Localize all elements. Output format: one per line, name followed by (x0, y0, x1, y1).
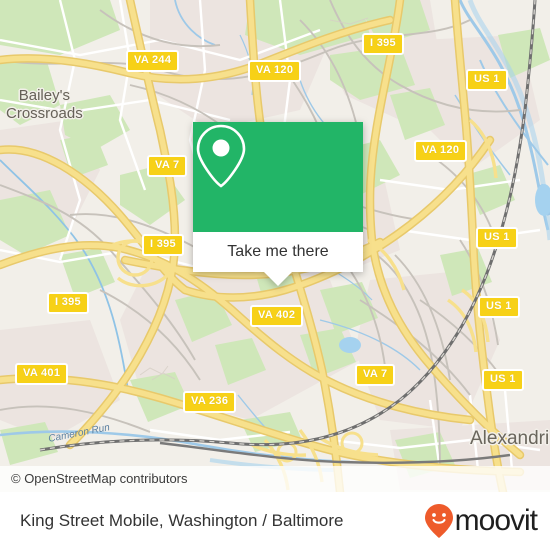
take-me-there-label: Take me there (227, 243, 329, 260)
road-shield: I 395 (142, 234, 184, 256)
road-shield: US 1 (482, 369, 524, 391)
place-label: Bailey's Crossroads (6, 87, 83, 123)
map-attribution[interactable]: © OpenStreetMap contributors (0, 466, 550, 492)
location-callout-card[interactable]: Take me there (193, 122, 363, 286)
moovit-pin-smiley-icon (424, 504, 453, 538)
road-shield: VA 120 (248, 60, 302, 82)
place-label-line: Alexandri (470, 428, 550, 449)
road-shield: VA 402 (250, 305, 304, 327)
road-shield: US 1 (478, 296, 520, 318)
road-shield: VA 7 (355, 364, 396, 386)
callout-header (193, 122, 363, 232)
place-title: King Street Mobile, Washington / Baltimo… (20, 511, 344, 530)
road-shield: VA 244 (126, 50, 180, 72)
road-shield: US 1 (476, 227, 518, 249)
map-pin-icon (196, 124, 246, 188)
moovit-brand[interactable]: moovit (424, 503, 538, 539)
road-shield: VA 120 (414, 140, 468, 162)
screenshot-root: I 395 VA 244 VA 120 US 1 VA 120 VA 7 US 1 I 395… (0, 0, 550, 550)
place-label: Alexandri (470, 428, 549, 450)
road-shield: I 395 (362, 33, 404, 55)
road-shield: I 395 (47, 292, 89, 314)
road-shield: US 1 (466, 69, 508, 91)
place-label-line: Crossroads (6, 105, 83, 122)
callout-action[interactable]: Take me there (193, 232, 363, 272)
place-label-line: Bailey's (18, 87, 70, 104)
road-shield: VA 7 (147, 155, 188, 177)
map-canvas[interactable]: I 395 VA 244 VA 120 US 1 VA 120 VA 7 US 1 I 395… (0, 0, 550, 492)
footer-bar: King Street Mobile, Washington / Baltimo… (0, 492, 550, 550)
road-shield: VA 401 (15, 363, 69, 385)
callout-tail (264, 272, 292, 286)
road-shield: VA 236 (183, 391, 237, 413)
moovit-wordmark: moovit (454, 504, 538, 537)
